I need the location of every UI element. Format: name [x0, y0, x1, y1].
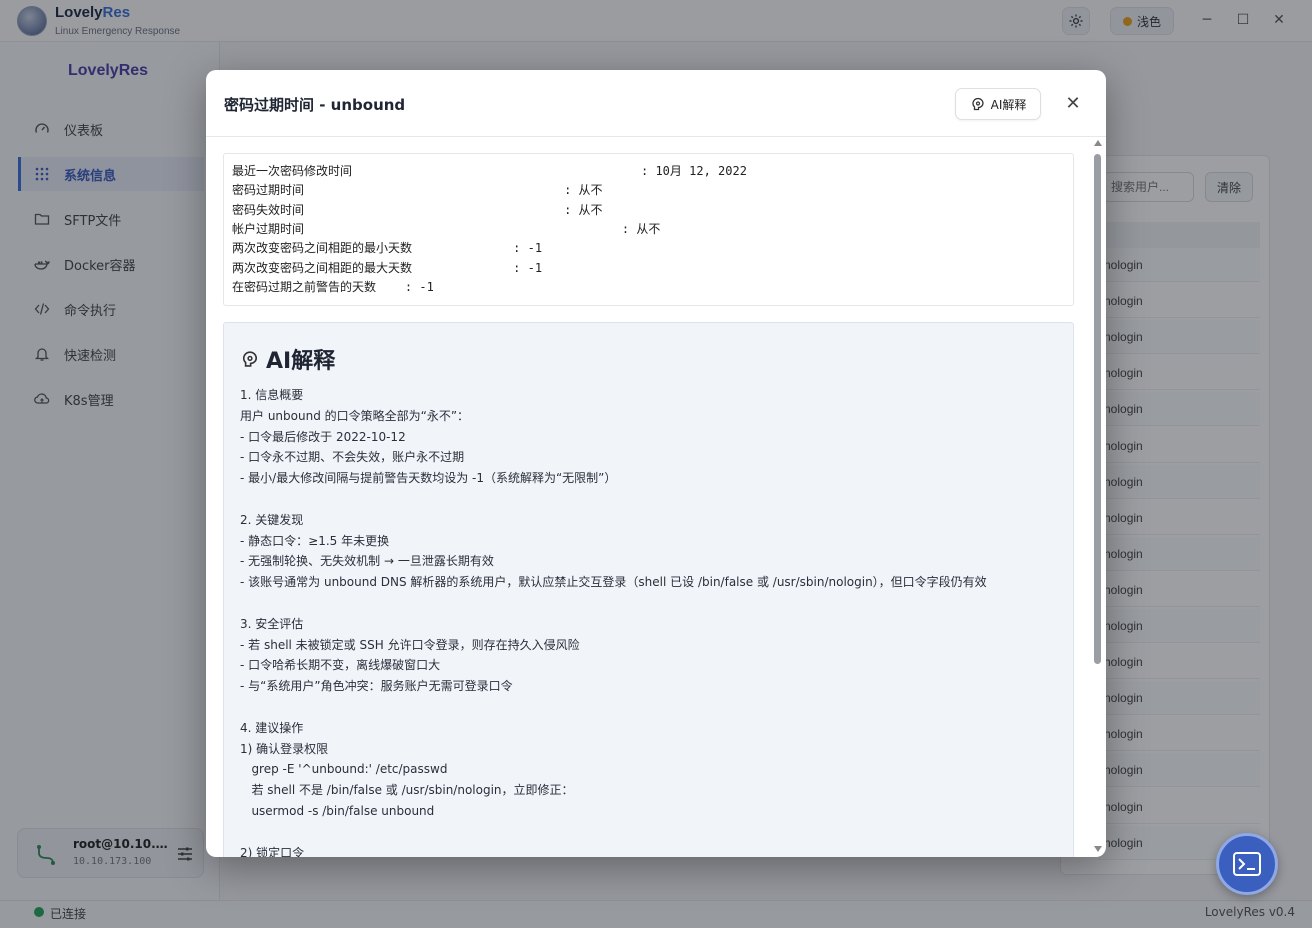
ai-text-line [240, 697, 1060, 718]
dialog-body[interactable]: 最近一次密码修改时间 : 10月 12, 2022 密码过期时间 : 从不 密码失效… [206, 138, 1106, 857]
ai-text-line: 1) 确认登录权限 [240, 741, 329, 756]
chage-line: 密码过期时间 : 从不 [232, 181, 603, 200]
ai-text-line: - 该账号通常为 unbound DNS 解析器的系统用户，默认应禁止交互登录（… [240, 575, 987, 590]
ai-brain-icon [242, 351, 258, 367]
chage-value: : 从不 [564, 183, 603, 198]
chage-value: : 从不 [564, 202, 603, 217]
ai-text-line: - 最小/最大修改间隔与提前警告天数均设为 -1（系统解释为“无限制”） [240, 471, 617, 486]
scroll-down-arrow-icon[interactable] [1094, 846, 1102, 852]
chage-padding [304, 203, 564, 217]
chage-value: : 10月 12, 2022 [641, 164, 747, 178]
ai-text-line: 3. 安全评估 [240, 616, 304, 631]
ai-explanation-text: 1. 信息概要用户 unbound 的口令策略全部为“永不”： - 口令最后修改于… [240, 385, 1060, 857]
ai-text-line: 4. 建议操作 [240, 720, 304, 735]
chage-padding [352, 164, 641, 178]
chage-key: 在密码过期之前警告的天数 [232, 279, 377, 294]
ai-explain-button[interactable]: AI解释 [955, 88, 1041, 120]
scroll-up-arrow-icon[interactable] [1094, 140, 1102, 146]
chage-line: 帐户过期时间 : 从不 [232, 220, 660, 239]
ai-text-line: 用户 unbound 的口令策略全部为“永不”： [240, 408, 470, 423]
ai-text-line [240, 822, 1060, 843]
chage-padding [412, 241, 513, 255]
terminal-button[interactable] [1216, 833, 1278, 895]
scrollbar-thumb[interactable] [1094, 154, 1101, 664]
ai-text-line: - 无强制轮换、无失效机制 → 一旦泄露长期有效 [240, 554, 494, 569]
ai-text-line: 2) 锁定口令 [240, 845, 305, 857]
ai-text-line [240, 593, 1060, 614]
ai-text-line: 2. 关键发现 [240, 512, 304, 527]
chage-key: 两次改变密码之间相距的最小天数 [232, 241, 413, 256]
ai-heading: AI解释 [240, 343, 335, 375]
chage-output: 最近一次密码修改时间 : 10月 12, 2022 密码过期时间 : 从不 密码失效… [223, 153, 1074, 306]
chage-key: 最近一次密码修改时间 [232, 164, 353, 178]
ai-text-line [240, 489, 1060, 510]
chage-line: 两次改变密码之间相距的最小天数 : -1 [232, 239, 542, 258]
ai-explain-label: AI解释 [990, 97, 1027, 112]
chage-key: 密码过期时间 [232, 183, 305, 198]
ai-explanation-panel: AI解释 1. 信息概要用户 unbound 的口令策略全部为“永不”： - 口令… [223, 322, 1074, 857]
ai-text-line: - 若 shell 未被锁定或 SSH 允许口令登录，则存在持久入侵风险 [240, 637, 580, 652]
ai-text-line: 1. 信息概要 [240, 388, 304, 402]
ai-text-line: - 口令最后修改于 2022-10-12 [240, 429, 406, 444]
chage-value: : -1 [513, 241, 543, 256]
chage-key: 帐户过期时间 [232, 221, 305, 236]
chage-padding [376, 280, 405, 294]
ai-brain-icon [971, 97, 984, 111]
terminal-icon [1233, 852, 1261, 876]
chage-value: : -1 [404, 279, 434, 294]
close-dialog-button[interactable]: ✕ [1062, 92, 1084, 114]
ai-text-line: - 静态口令：≥1.5 年未更换 [240, 533, 390, 548]
chage-line: 在密码过期之前警告的天数 : -1 [232, 278, 434, 297]
chage-padding [304, 222, 622, 236]
ai-text-line: - 与“系统用户”角色冲突：服务账户无需可登录口令 [240, 679, 513, 694]
ai-text-line: usermod -s /bin/false unbound [240, 803, 435, 818]
password-expiry-dialog: 密码过期时间 - unbound AI解释 ✕ 最近一次密码修改时间 : 10月… [206, 70, 1106, 857]
chage-value: : -1 [513, 260, 543, 275]
ai-text-line: - 口令哈希长期不变，离线爆破窗口大 [240, 658, 441, 673]
ai-heading-text: AI解释 [266, 349, 336, 374]
ai-text-line: 若 shell 不是 /bin/false 或 /usr/sbin/nologi… [240, 783, 574, 798]
chage-line: 最近一次密码修改时间 : 10月 12, 2022 [232, 162, 747, 181]
dialog-header: 密码过期时间 - unbound AI解释 ✕ [206, 70, 1106, 137]
chage-padding [412, 261, 513, 275]
chage-value: : 从不 [621, 221, 661, 236]
ai-text-line: - 口令永不过期、不会失效，账户永不过期 [240, 450, 465, 465]
dialog-title: 密码过期时间 - unbound [224, 96, 406, 114]
chage-line: 密码失效时间 : 从不 [232, 201, 603, 220]
chage-key: 密码失效时间 [232, 202, 305, 217]
chage-padding [304, 183, 564, 197]
chage-line: 两次改变密码之间相距的最大天数 : -1 [232, 259, 542, 278]
chage-key: 两次改变密码之间相距的最大天数 [232, 260, 413, 275]
ai-text-line: grep -E '^unbound:' /etc/passwd [240, 762, 448, 777]
